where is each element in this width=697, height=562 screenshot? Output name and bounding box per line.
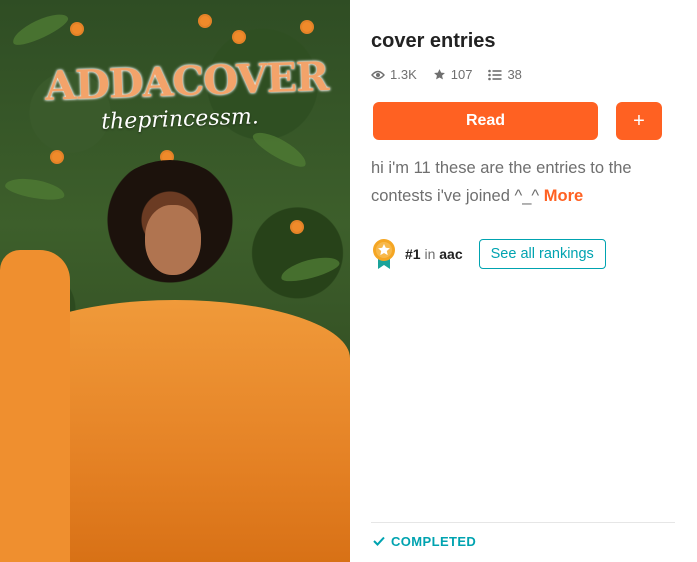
description-text: hi i'm 11 these are the entries to the c… xyxy=(371,159,632,205)
cover-face xyxy=(145,205,201,275)
eye-icon xyxy=(371,70,385,80)
story-stats: 1.3K 107 38 xyxy=(371,67,522,82)
votes-count: 107 xyxy=(450,67,473,82)
more-link[interactable]: More xyxy=(544,187,583,205)
status-label: COMPLETED xyxy=(391,534,477,549)
cover-fruit xyxy=(198,14,212,28)
cover-leaf xyxy=(3,174,67,204)
rank-connector: in xyxy=(424,246,436,262)
story-description: hi i'm 11 these are the entries to the c… xyxy=(371,154,671,210)
ranking-row: #1 in aac See all rankings xyxy=(371,238,606,270)
cover-fruit xyxy=(70,22,84,36)
story-cover-image[interactable]: ADDACOVER theprincessm. xyxy=(0,0,350,562)
star-icon xyxy=(433,68,446,81)
story-title: cover entries xyxy=(371,30,496,52)
votes-stat: 107 xyxy=(433,67,473,82)
cover-fruit xyxy=(300,20,314,34)
add-to-library-button[interactable]: + xyxy=(616,102,662,140)
cover-fruit xyxy=(290,220,304,234)
cover-logo-subtitle: theprincessm. xyxy=(100,104,260,135)
reads-stat: 1.3K xyxy=(371,67,417,82)
story-info-card: ADDACOVER theprincessm. cover entries 1.… xyxy=(0,0,697,562)
reads-count: 1.3K xyxy=(390,67,417,82)
ranking-text: #1 in aac xyxy=(405,246,463,262)
see-all-rankings-button[interactable]: See all rankings xyxy=(478,239,606,269)
parts-stat: 38 xyxy=(488,67,522,82)
divider xyxy=(371,522,675,523)
parts-count: 38 xyxy=(507,67,522,82)
story-details: cover entries 1.3K 107 38 Read + hi i'm … xyxy=(350,0,697,562)
cover-fruit xyxy=(232,30,246,44)
cover-leaf xyxy=(9,8,71,50)
check-icon xyxy=(373,534,385,549)
completion-status: COMPLETED xyxy=(373,534,476,549)
cover-leaf xyxy=(278,252,342,286)
list-icon xyxy=(488,69,502,81)
cover-fruit xyxy=(50,150,64,164)
cover-arm xyxy=(0,250,70,562)
cover-leaf xyxy=(249,126,311,172)
rank-tag[interactable]: aac xyxy=(439,246,462,262)
rank-position: #1 xyxy=(405,246,421,262)
read-button[interactable]: Read xyxy=(373,102,598,140)
ranking-badge-icon xyxy=(371,238,397,270)
cover-logo-title: ADDACOVER xyxy=(44,53,329,110)
